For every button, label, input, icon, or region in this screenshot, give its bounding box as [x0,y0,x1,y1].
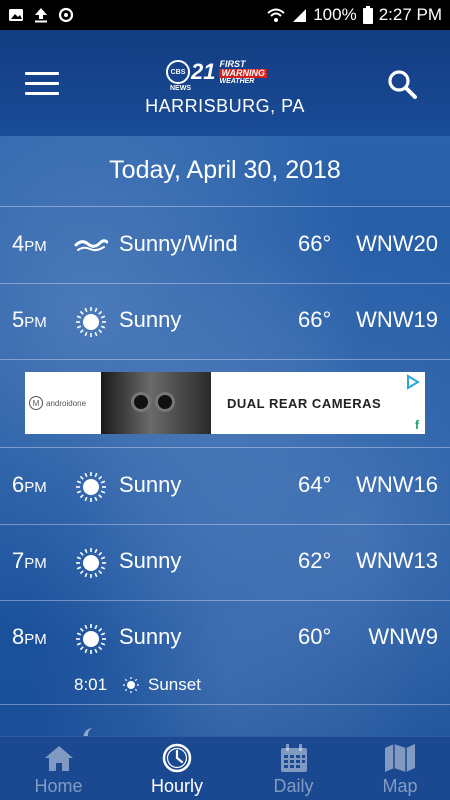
hour-value: 8 [12,624,25,649]
hour-row[interactable]: 7PM Sunny 62° WNW13 [0,524,450,600]
hour-ampm: PM [24,555,47,572]
sun-icon [76,472,106,502]
date-heading: Today, April 30, 2018 [109,156,341,184]
hour-time: 6PM [12,472,47,498]
hour-value: 6 [12,472,25,497]
app-header: CBS 21 FIRST WARNING WEATHER NEWS HARRIS… [0,30,450,136]
hour-value: 5 [12,307,25,332]
moon-icon [83,728,92,736]
sync-notification-icon [58,7,74,23]
camera-lens-icon [155,392,175,412]
nav-home-label: Home [34,776,83,796]
advertisement-banner[interactable]: M androidone DUAL REAR CAMERAS f [25,372,425,434]
hour-wind: WNW20 [356,231,438,256]
divider [0,359,450,360]
nav-daily[interactable]: Daily [237,737,350,800]
hour-temp: 60° [298,624,332,649]
wind-icon [74,239,108,252]
image-notification-icon [8,7,24,23]
hour-time: 4PM [12,231,47,257]
logo-channel-number: 21 [191,59,216,84]
nav-map[interactable]: Map [350,737,450,800]
next-hour-row-partial [0,726,450,736]
hour-temp: 66° [298,231,332,256]
clock-time: 2:27 PM [378,5,442,24]
nav-home[interactable]: Home [0,737,117,800]
hour-ampm: PM [24,631,47,648]
hour-value: 4 [12,231,25,256]
wifi-icon [267,7,285,23]
hamburger-icon-bar [25,92,59,95]
adchoices-icon[interactable] [405,374,421,390]
nav-daily-label: Daily [273,776,314,796]
logo-weather: WEATHER [219,77,255,85]
nav-hourly[interactable]: Hourly [117,737,237,800]
ad-brand-text: androidone [46,398,87,408]
sunset-info: 8:01 Sunset [74,675,201,695]
sun-icon [76,307,106,337]
hamburger-icon-bar [25,82,59,85]
hourly-forecast-list[interactable]: Today, April 30, 2018 4PM Sunny/Wind 66°… [0,136,450,736]
hour-time: 5PM [12,307,47,333]
hour-wind: WNW19 [356,307,438,332]
logo-warning: WARNING [219,67,267,78]
upload-notification-icon [34,7,48,23]
hour-temp: 62° [298,548,332,573]
app-logo: CBS 21 FIRST WARNING WEATHER [166,58,284,86]
battery-icon [362,6,373,24]
hour-wind: WNW9 [368,624,438,649]
hour-value: 7 [12,548,25,573]
search-icon [388,70,417,99]
hour-wind: WNW16 [356,472,438,497]
hour-time: 8PM [12,624,47,650]
nav-hourly-label: Hourly [150,776,203,796]
clock-icon [162,743,192,773]
hour-ampm: PM [24,238,47,255]
bottom-navigation: Home Hourly Daily Map [0,736,450,800]
battery-percent: 100% [313,5,357,24]
sunset-time: 8:01 [74,675,108,694]
hour-condition: Sunny/Wind [119,231,238,256]
hour-ampm: PM [24,314,47,331]
hour-condition: Sunny [119,624,182,649]
hour-condition: Sunny [119,548,182,573]
hour-time: 7PM [12,548,47,574]
hour-row[interactable]: 4PM Sunny/Wind 66° WNW20 [0,207,450,283]
hamburger-icon [25,72,59,75]
nav-map-label: Map [382,776,418,796]
hour-ampm: PM [24,479,47,496]
home-icon [44,746,73,771]
hour-temp: 64° [298,472,332,497]
hour-row[interactable]: 5PM Sunny 66° WNW19 [0,283,450,359]
first-warning-logo: FIRST WARNING WEATHER [219,59,267,85]
logo-news: NEWS [170,85,191,92]
location-title: HARRISBURG, PA [145,96,305,116]
hour-wind: WNW13 [356,548,438,573]
hour-temp: 66° [298,307,332,332]
search-button[interactable] [386,68,418,100]
cbs-eye-logo: CBS [166,60,190,84]
motorola-logo-icon: M [29,396,43,410]
divider [0,704,450,705]
calendar-icon [280,744,307,772]
hour-row[interactable]: 6PM Sunny 64° WNW16 [0,448,450,524]
status-bar: 100% 2:27 PM [0,0,450,30]
sun-icon [76,548,106,578]
sun-icon [76,624,106,654]
hour-condition: Sunny [119,472,182,497]
sunset-label: Sunset [148,675,201,694]
signal-icon [291,7,307,23]
ad-headline: DUAL REAR CAMERAS [227,395,382,411]
ad-brand: M androidone [25,372,101,434]
camera-lens-icon [131,392,151,412]
ad-phone-image [101,372,211,434]
hour-row[interactable]: 8PM Sunny 60° WNW9 [0,600,450,676]
sunset-sun-icon [123,677,139,693]
menu-button[interactable] [25,72,59,96]
hour-condition: Sunny [119,307,182,332]
ad-brand-mark-icon: f [415,418,419,432]
map-icon [385,744,415,772]
